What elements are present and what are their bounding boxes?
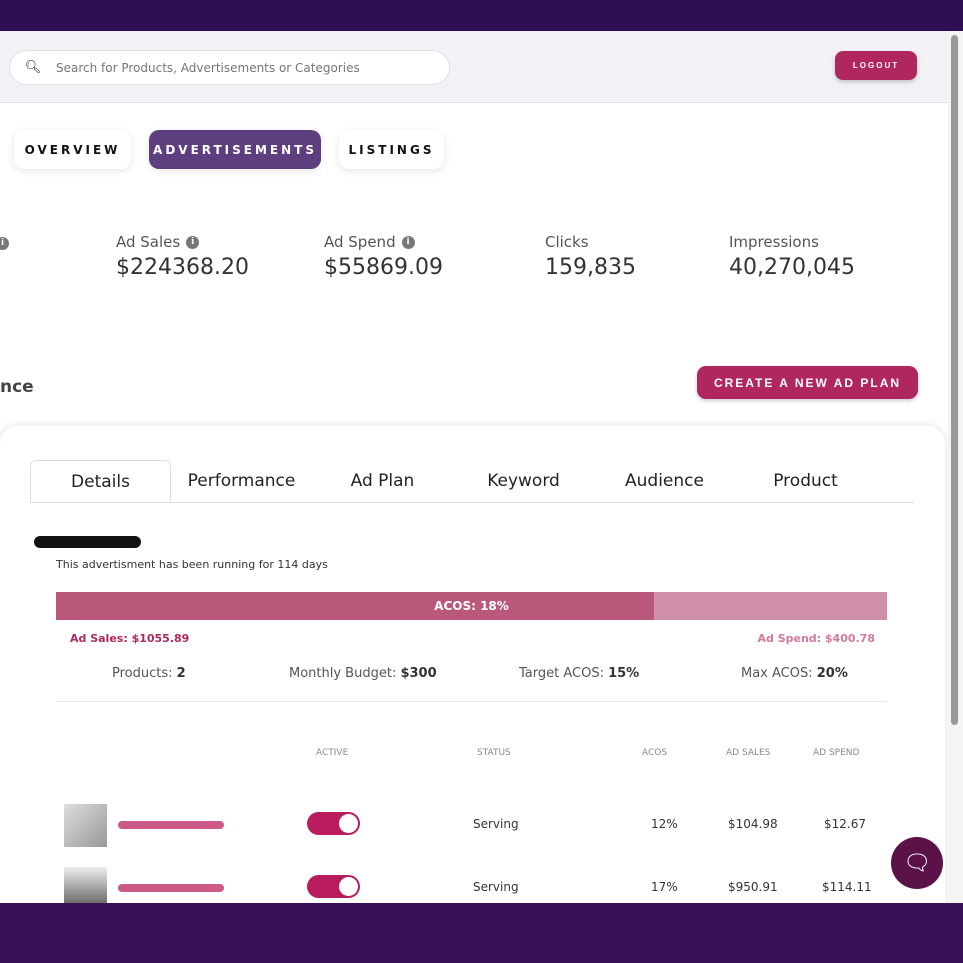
ad-details-card: Details Performance Ad Plan Keyword Audi… xyxy=(0,426,945,903)
ad-sales-cell: $950.91 xyxy=(728,880,778,894)
status-cell: Serving xyxy=(473,880,519,894)
stat-value: 40,270,045 xyxy=(729,255,855,280)
acos-bar: ACOS: 18% xyxy=(56,592,887,620)
tab-keyword[interactable]: Keyword xyxy=(453,460,594,502)
meta-monthly-budget: Monthly Budget: $300 xyxy=(289,666,437,681)
meta-target-acos: Target ACOS: 15% xyxy=(519,666,639,681)
header-status: STATUS xyxy=(477,748,511,758)
app-window: 🔍︎ LOGOUT OVERVIEW ADVERTISEMENTS LISTIN… xyxy=(0,31,948,903)
meta-label: Target ACOS: xyxy=(519,666,609,681)
active-toggle[interactable] xyxy=(307,875,360,898)
acos-cell: 12% xyxy=(651,817,678,831)
header: 🔍︎ LOGOUT xyxy=(0,31,948,103)
top-frame xyxy=(0,0,963,31)
logout-button[interactable]: LOGOUT xyxy=(835,51,917,80)
tab-advertisements[interactable]: ADVERTISEMENTS xyxy=(149,130,321,169)
info-icon[interactable]: i xyxy=(186,235,200,249)
meta-products: Products: 2 xyxy=(112,666,186,681)
product-link-redacted[interactable] xyxy=(118,821,224,829)
active-toggle[interactable] xyxy=(307,812,360,835)
stat-ad-spend: Ad Spend i $55869.09 xyxy=(324,233,443,280)
stat-ad-sales: Ad Sales i $224368.20 xyxy=(116,233,249,280)
info-icon[interactable]: i xyxy=(0,237,9,250)
tab-product[interactable]: Product xyxy=(735,460,876,502)
header-active: ACTIVE xyxy=(316,748,349,758)
stat-clicks: Clicks 159,835 xyxy=(545,233,636,280)
search-icon: 🔍︎ xyxy=(24,60,42,75)
ad-spend-cell: $12.67 xyxy=(824,817,866,831)
scrollbar-thumb[interactable] xyxy=(951,35,958,725)
chat-icon: 🗨︎ xyxy=(903,850,931,876)
meta-label: Max ACOS: xyxy=(741,666,817,681)
meta-value: 15% xyxy=(608,666,640,681)
tab-overview[interactable]: OVERVIEW xyxy=(14,130,131,169)
meta-max-acos: Max ACOS: 20% xyxy=(741,666,848,681)
create-ad-plan-button[interactable]: CREATE A NEW AD PLAN xyxy=(697,366,918,399)
detail-tabs: Details Performance Ad Plan Keyword Audi… xyxy=(30,460,914,503)
divider xyxy=(56,701,887,702)
running-text: This advertisment has been running for 1… xyxy=(56,558,328,571)
chat-button[interactable]: 🗨︎ xyxy=(891,837,943,889)
tab-details[interactable]: Details xyxy=(30,460,171,502)
stat-label: Ad Sales xyxy=(116,233,181,251)
bottom-frame xyxy=(0,903,963,963)
ad-spend-label: Ad Spend: $400.78 xyxy=(757,632,875,645)
meta-label: Monthly Budget: xyxy=(289,666,401,681)
ad-sales-label: Ad Sales: $1055.89 xyxy=(70,632,190,645)
status-cell: Serving xyxy=(473,817,519,831)
tab-performance[interactable]: Performance xyxy=(171,460,312,502)
stat-value: $224368.20 xyxy=(116,255,249,280)
table-row: Serving 17% $950.91 $114.11 xyxy=(0,867,945,903)
meta-value: 20% xyxy=(816,666,848,681)
header-acos: ACOS xyxy=(642,748,668,758)
scrollbar[interactable] xyxy=(948,31,963,903)
meta-value: $300 xyxy=(400,666,437,681)
stat-label: Clicks xyxy=(545,233,589,251)
search-input[interactable] xyxy=(56,60,416,75)
search-bar[interactable]: 🔍︎ xyxy=(9,50,450,85)
tab-ad-plan[interactable]: Ad Plan xyxy=(312,460,453,502)
table-row: Serving 12% $104.98 $12.67 xyxy=(0,804,945,854)
product-thumbnail xyxy=(64,804,107,847)
header-ad-sales: AD SALES xyxy=(726,748,771,758)
stat-value: $55869.09 xyxy=(324,255,443,280)
meta-label: Products: xyxy=(112,666,177,681)
section-title: nce xyxy=(0,377,34,397)
tab-audience[interactable]: Audience xyxy=(594,460,735,502)
ad-sales-cell: $104.98 xyxy=(728,817,778,831)
product-link-redacted[interactable] xyxy=(118,884,224,892)
header-ad-spend: AD SPEND xyxy=(813,748,860,758)
stat-impressions: Impressions 40,270,045 xyxy=(729,233,855,280)
stat-label: Impressions xyxy=(729,233,819,251)
acos-cell: 17% xyxy=(651,880,678,894)
acos-label: ACOS: 18% xyxy=(434,599,509,613)
ad-spend-cell: $114.11 xyxy=(822,880,872,894)
info-icon[interactable]: i xyxy=(401,235,415,249)
meta-value: 2 xyxy=(176,666,186,681)
stat-value: 159,835 xyxy=(545,255,636,280)
tab-listings[interactable]: LISTINGS xyxy=(339,130,444,169)
stat-label: Ad Spend xyxy=(324,233,396,251)
ad-name-redacted xyxy=(34,536,141,548)
product-thumbnail xyxy=(64,867,107,903)
